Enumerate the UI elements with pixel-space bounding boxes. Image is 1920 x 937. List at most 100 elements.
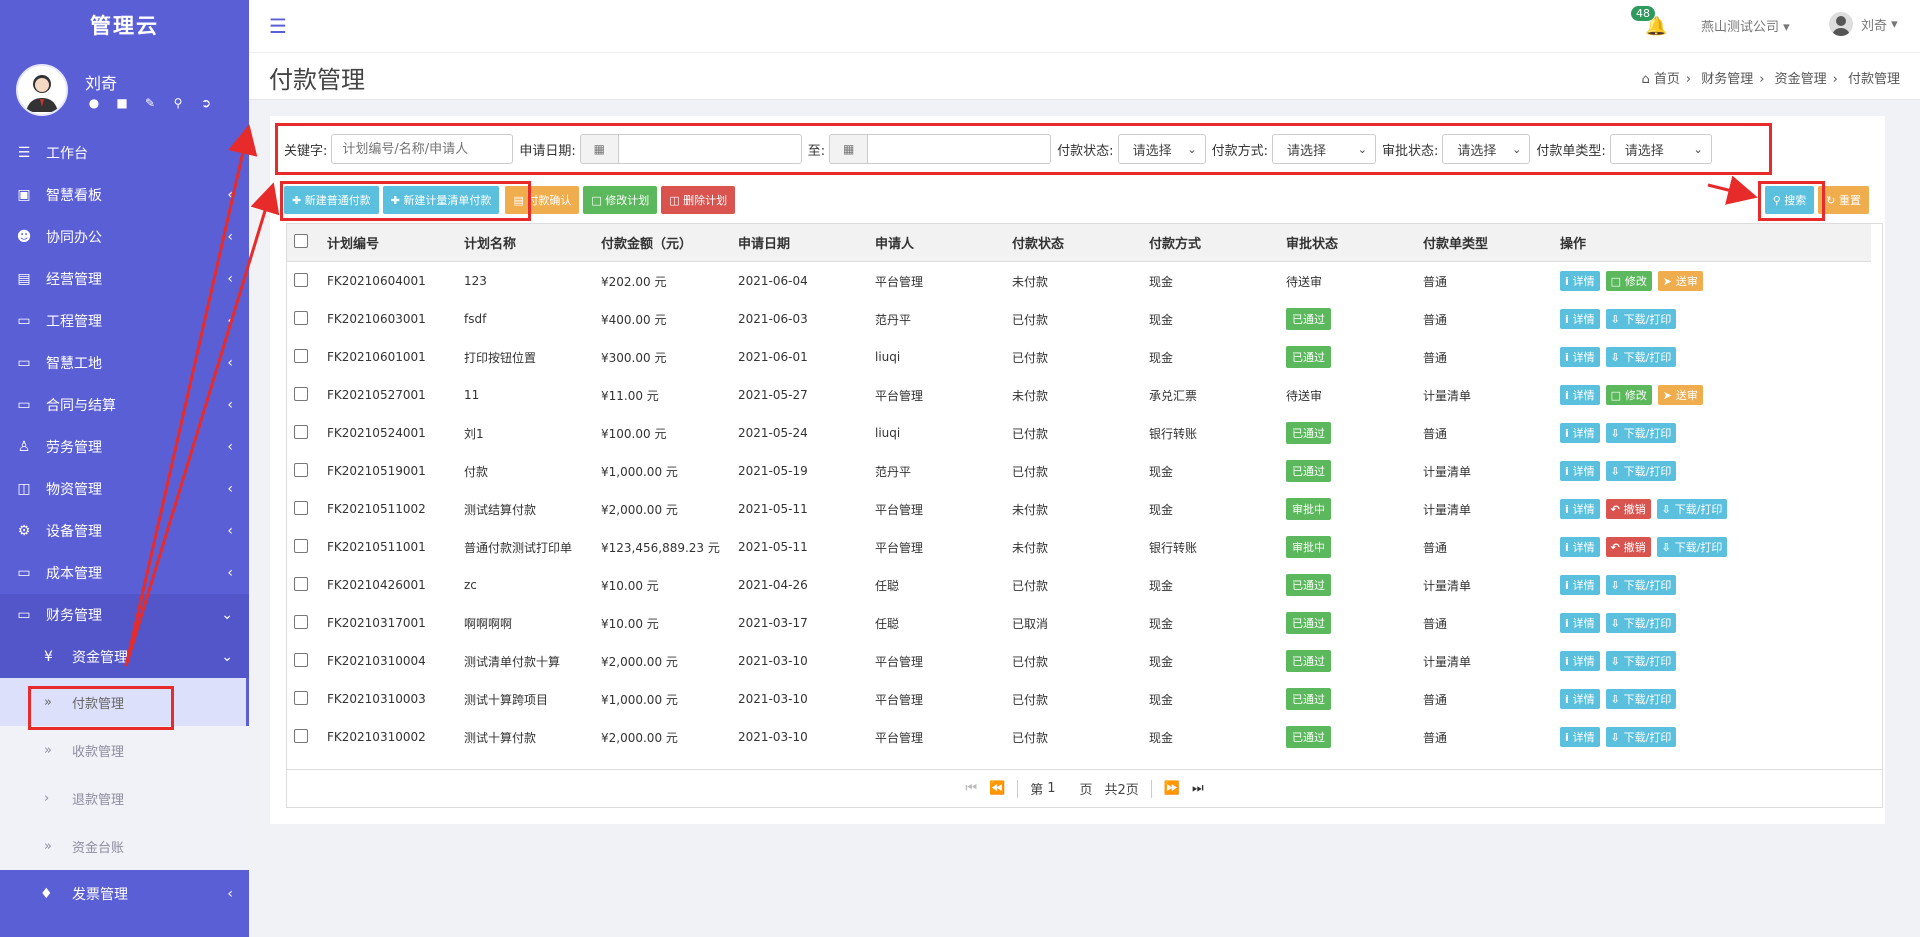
row-checkbox[interactable] (294, 310, 308, 325)
breadcrumb-funds[interactable]: 资金管理 (1775, 72, 1827, 87)
table-row[interactable]: FK20210317001 啊啊啊啊 ¥10.00 元 2021-03-17 任聪 已取消… (287, 604, 1882, 642)
row-checkbox[interactable] (294, 500, 308, 515)
op-button[interactable]: i 详情 (1560, 651, 1600, 671)
col-applicant[interactable]: 申请人 (875, 233, 1012, 252)
op-button[interactable]: i 详情 (1560, 423, 1600, 443)
table-row[interactable]: FK20210519001 付款 ¥1,000.00 元 2021-05-19 范丹平 已… (287, 452, 1882, 490)
sidebar-subitem[interactable]: › 退款管理 (0, 774, 249, 822)
row-checkbox[interactable] (294, 424, 308, 439)
row-checkbox[interactable] (294, 462, 308, 477)
table-row[interactable]: FK20210511002 测试结算付款 ¥2,000.00 元 2021-05-11… (287, 490, 1882, 528)
next-page-icon[interactable]: ⏩ (1164, 781, 1180, 796)
table-row[interactable]: FK20210426001 zc ¥10.00 元 2021-04-26 任聪 已付款 现金… (287, 566, 1882, 604)
op-button[interactable]: ⇩ 下载/打印 (1605, 423, 1677, 443)
sidebar-item[interactable]: ▭ 成本管理 ‹ (0, 552, 249, 594)
op-button[interactable]: i 详情 (1560, 575, 1600, 595)
page-number-input[interactable]: 1 (1047, 781, 1055, 796)
op-button[interactable]: ➤ 送审 (1657, 385, 1703, 405)
op-button[interactable]: ⇩ 下载/打印 (1605, 651, 1677, 671)
row-checkbox[interactable] (294, 386, 308, 401)
sidebar-item[interactable]: ▭ 工程管理 ‹ (0, 300, 249, 342)
op-button[interactable]: □ 修改 (1605, 271, 1652, 291)
delete-plan-button[interactable]: ◫ 删除计划 (661, 186, 736, 214)
sidebar-item[interactable]: ▣ 智慧看板 ‹ (0, 174, 249, 216)
table-row[interactable]: FK20210604001 123 ¥202.00 元 2021-06-04 平台管理 未… (287, 262, 1882, 300)
op-button[interactable]: ⇩ 下载/打印 (1605, 689, 1677, 709)
op-button[interactable]: ➤ 送审 (1657, 271, 1703, 291)
table-row[interactable]: FK20210601001 打印按钮位置 ¥300.00 元 2021-06-01 li… (287, 338, 1882, 376)
sidebar-item[interactable]: ⚙ 设备管理 ‹ (0, 510, 249, 552)
op-button[interactable]: i 详情 (1560, 347, 1600, 367)
sidebar-item[interactable]: ▤ 经营管理 ‹ (0, 258, 249, 300)
op-button[interactable]: i 详情 (1560, 499, 1600, 519)
edit-plan-button[interactable]: □ 修改计划 (583, 186, 658, 214)
col-approval[interactable]: 审批状态 (1286, 233, 1423, 252)
col-name[interactable]: 计划名称 (464, 233, 601, 252)
op-button[interactable]: i 详情 (1560, 537, 1600, 557)
row-checkbox[interactable] (294, 576, 308, 591)
sidebar-item[interactable]: ◫ 物资管理 ‹ (0, 468, 249, 510)
op-button[interactable]: i 详情 (1560, 461, 1600, 481)
op-button[interactable]: ⇩ 下载/打印 (1605, 575, 1677, 595)
breadcrumb-home[interactable]: 首页 (1654, 72, 1680, 87)
op-button[interactable]: ⇩ 下载/打印 (1605, 613, 1677, 633)
op-button[interactable]: □ 修改 (1605, 385, 1652, 405)
table-row[interactable]: FK20210511001 普通付款测试打印单 ¥123,456,889.23 元 2… (287, 528, 1882, 566)
table-row[interactable]: FK20210603001 fsdf ¥400.00 元 2021-06-03 范丹平 已… (287, 300, 1882, 338)
avatar[interactable] (16, 64, 68, 116)
table-row[interactable]: FK20210527001 11 ¥11.00 元 2021-05-27 平台管理 未付款… (287, 376, 1882, 414)
col-amount[interactable]: 付款金额（元） (601, 233, 738, 252)
select-all-checkbox[interactable] (294, 233, 308, 248)
row-checkbox[interactable] (294, 614, 308, 629)
sidebar-subitem[interactable]: » 收款管理 (0, 726, 249, 774)
row-checkbox[interactable] (294, 690, 308, 705)
company-dropdown[interactable]: 燕山测试公司 ▾ (1701, 16, 1790, 35)
op-button[interactable]: i 详情 (1560, 727, 1600, 747)
op-button[interactable]: ⇩ 下载/打印 (1605, 727, 1677, 747)
table-row[interactable]: FK20210310003 测试十算跨项目 ¥1,000.00 元 2021-03-1… (287, 680, 1882, 718)
op-button[interactable]: ⇩ 下载/打印 (1656, 537, 1728, 557)
prev-page-icon[interactable]: ⏪ (989, 781, 1005, 796)
bell-icon[interactable]: 🔔 (1645, 16, 1667, 37)
op-button[interactable]: ↶ 撤销 (1605, 499, 1651, 519)
op-button[interactable]: i 详情 (1560, 385, 1600, 405)
logout-icon[interactable]: ➲ (198, 96, 214, 110)
card-icon[interactable]: ■ (114, 96, 130, 110)
table-row[interactable]: FK20210524001 刘1 ¥100.00 元 2021-05-24 liuqi 已… (287, 414, 1882, 452)
sidebar-submenu-funds[interactable]: ¥ 资金管理 ⌄ (0, 636, 249, 678)
user-icon[interactable]: ● (86, 96, 102, 110)
op-button[interactable]: ⇩ 下载/打印 (1605, 347, 1677, 367)
row-checkbox[interactable] (294, 272, 308, 287)
col-code[interactable]: 计划编号 (327, 233, 464, 252)
col-date[interactable]: 申请日期 (738, 233, 875, 252)
sidebar-item[interactable]: ☻ 协同办公 ‹ (0, 216, 249, 258)
sidebar-item[interactable]: ☰ 工作台 (0, 132, 249, 174)
op-button[interactable]: i 详情 (1560, 309, 1600, 329)
op-button[interactable]: i 详情 (1560, 271, 1600, 291)
op-button[interactable]: ⇩ 下载/打印 (1656, 499, 1728, 519)
table-row[interactable]: FK20210310004 测试清单付款十算 ¥2,000.00 元 2021-03-… (287, 642, 1882, 680)
breadcrumb-finance[interactable]: 财务管理 (1701, 72, 1753, 87)
menu-toggle-icon[interactable]: ☰ (269, 14, 287, 38)
table-row[interactable]: FK20210310002 测试十算付款 ¥2,000.00 元 2021-03-10… (287, 718, 1882, 756)
row-checkbox[interactable] (294, 348, 308, 363)
col-pay-status[interactable]: 付款状态 (1012, 233, 1149, 252)
user-dropdown[interactable]: 刘奇 ▾ (1829, 12, 1898, 36)
op-button[interactable]: ↶ 撤销 (1605, 537, 1651, 557)
col-method[interactable]: 付款方式 (1149, 233, 1286, 252)
row-checkbox[interactable] (294, 652, 308, 667)
row-checkbox[interactable] (294, 728, 308, 743)
last-page-icon[interactable]: ⏭ (1192, 781, 1204, 796)
row-checkbox[interactable] (294, 538, 308, 553)
sidebar-item-invoice[interactable]: ♦ 发票管理 ‹ (0, 870, 249, 918)
op-button[interactable]: ⇩ 下载/打印 (1605, 461, 1677, 481)
op-button[interactable]: i 详情 (1560, 689, 1600, 709)
sidebar-item[interactable]: ▭ 智慧工地 ‹ (0, 342, 249, 384)
sidebar-item[interactable]: ♙ 劳务管理 ‹ (0, 426, 249, 468)
reset-button[interactable]: ↻ 重置 (1818, 186, 1869, 214)
op-button[interactable]: i 详情 (1560, 613, 1600, 633)
sidebar-item[interactable]: ▭ 合同与结算 ‹ (0, 384, 249, 426)
op-button[interactable]: ⇩ 下载/打印 (1605, 309, 1677, 329)
col-type[interactable]: 付款单类型 (1423, 233, 1560, 252)
sidebar-subitem[interactable]: » 资金台账 (0, 822, 249, 870)
